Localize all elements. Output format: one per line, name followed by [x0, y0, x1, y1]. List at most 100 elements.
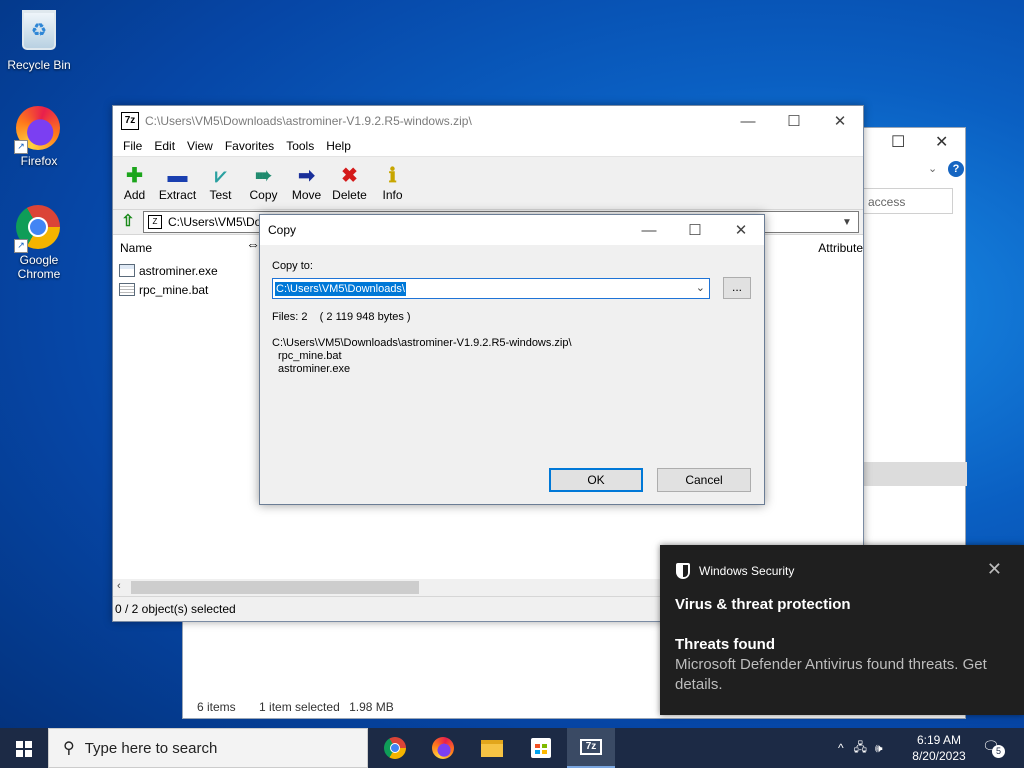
search-placeholder: Type here to search — [84, 739, 218, 757]
add-button[interactable]: ✚ Add — [113, 157, 156, 209]
desktop-icon-label: Recycle Bin — [7, 58, 71, 72]
delete-button[interactable]: ✖ Delete — [328, 157, 371, 209]
minus-icon: ▬ — [167, 165, 188, 187]
windows-logo-icon — [16, 741, 32, 757]
source-file: astrominer.exe — [278, 363, 351, 375]
store-icon — [531, 738, 551, 758]
test-button[interactable]: ⩗ Test — [199, 157, 242, 209]
extract-button[interactable]: ▬ Extract — [156, 157, 199, 209]
check-icon: ⩗ — [214, 165, 227, 187]
exe-file-icon — [119, 264, 135, 277]
info-label: Info — [382, 188, 403, 202]
chevron-down-icon[interactable]: ⌄ — [928, 162, 937, 175]
taskbar-store[interactable] — [517, 728, 565, 768]
desktop-icon-recycle-bin[interactable]: ♻ Recycle Bin — [0, 8, 79, 72]
toast-app-name: Windows Security — [699, 564, 795, 578]
dialog-title-bar[interactable]: Copy — ☐ ✕ — [260, 215, 764, 245]
menu-view[interactable]: View — [181, 139, 219, 153]
arrow-right-double-icon: ➠ — [255, 165, 272, 187]
7zip-app-icon: 7z — [121, 112, 139, 130]
close-button[interactable]: ✕ — [718, 215, 764, 245]
start-button[interactable] — [0, 728, 48, 768]
notification-center-button[interactable]: 🗨 5 — [982, 738, 1005, 758]
dialog-title: Copy — [268, 223, 297, 237]
taskbar-file-explorer[interactable] — [468, 728, 516, 768]
toolbar: ✚ Add ▬ Extract ⩗ Test ➠ Copy ➡ Move ✖ Delete … — [113, 156, 863, 210]
close-button[interactable]: ✕ — [817, 106, 863, 136]
ok-button[interactable]: OK — [549, 468, 643, 492]
maximize-button[interactable]: ☐ — [771, 106, 817, 136]
close-icon[interactable]: ✕ — [987, 559, 1002, 580]
desktop-icon-firefox[interactable]: ↗ Firefox — [0, 106, 79, 168]
file-name: astrominer.exe — [139, 263, 218, 278]
folder-icon — [481, 739, 503, 757]
copy-to-value[interactable]: C:\Users\VM5\Downloads\ — [274, 280, 407, 297]
menu-help[interactable]: Help — [320, 139, 357, 153]
scroll-thumb[interactable] — [131, 581, 419, 594]
shortcut-arrow-icon: ↗ — [14, 239, 28, 253]
menu-tools[interactable]: Tools — [280, 139, 320, 153]
maximize-button[interactable]: ☐ — [891, 132, 905, 152]
move-label: Move — [291, 188, 322, 202]
resize-cursor-icon: ⇔ — [246, 236, 260, 252]
taskbar-firefox[interactable] — [419, 728, 467, 768]
item-count: 6 items — [197, 700, 236, 714]
help-icon[interactable]: ? — [948, 161, 964, 177]
minimize-button[interactable]: — — [725, 106, 771, 136]
zip-icon: Z — [148, 215, 162, 229]
windows-security-notification[interactable]: Windows Security ✕ Virus & threat protec… — [660, 545, 1024, 715]
taskbar-search[interactable]: ⚲ Type here to search — [48, 728, 368, 768]
toast-header: Windows Security — [676, 563, 794, 579]
search-icon: ⚲ — [63, 740, 75, 757]
bat-file-icon — [119, 283, 135, 296]
close-button[interactable]: ✕ — [935, 132, 948, 152]
info-button[interactable]: ℹ Info — [371, 157, 414, 209]
7zip-icon: 7z — [580, 739, 602, 755]
toast-subheading: Threats found — [675, 636, 775, 653]
plus-icon: ✚ — [126, 165, 143, 187]
chevron-up-icon[interactable]: ^ — [838, 741, 844, 755]
desktop-icon-label: Firefox — [20, 154, 58, 168]
copy-dialog[interactable]: Copy — ☐ ✕ Copy to: C:\Users\VM5\Downloa… — [259, 214, 765, 505]
firefox-icon — [432, 737, 454, 759]
file-name: rpc_mine.bat — [139, 282, 209, 297]
move-button[interactable]: ➡ Move — [285, 157, 328, 209]
source-path: C:\Users\VM5\Downloads\astrominer-V1.9.2… — [272, 337, 572, 349]
chevron-down-icon[interactable]: ▼ — [842, 217, 858, 228]
copy-label: Copy — [249, 188, 278, 202]
extract-label: Extract — [158, 188, 197, 202]
column-attributes[interactable]: Attribute — [818, 241, 863, 255]
copy-button[interactable]: ➠ Copy — [242, 157, 285, 209]
desktop-icon-google-chrome[interactable]: ↗ Google Chrome — [0, 205, 79, 281]
toast-heading: Virus & threat protection — [675, 596, 851, 613]
taskbar-chrome[interactable] — [371, 728, 419, 768]
chevron-down-icon[interactable]: ⌄ — [696, 281, 705, 294]
column-name[interactable]: Name — [113, 241, 152, 255]
folder-up-icon[interactable]: ⇧ — [117, 212, 139, 232]
volume-icon[interactable]: 🕪 — [875, 741, 883, 756]
x-icon: ✖ — [341, 165, 358, 187]
selected-row[interactable] — [863, 462, 967, 486]
delete-label: Delete — [332, 188, 367, 202]
system-tray: ^ 🖧 🕪 — [838, 728, 883, 768]
source-file: rpc_mine.bat — [278, 350, 342, 362]
minimize-button[interactable]: — — [626, 215, 672, 245]
copy-to-combobox[interactable]: C:\Users\VM5\Downloads\ ⌄ — [272, 278, 710, 299]
maximize-button[interactable]: ☐ — [672, 215, 718, 245]
network-icon[interactable]: 🖧 — [854, 738, 867, 759]
cancel-button[interactable]: Cancel — [657, 468, 751, 492]
files-summary: Files: 2 ( 2 119 948 bytes ) — [272, 311, 411, 323]
menu-file[interactable]: File — [117, 139, 148, 153]
clock-time: 6:19 AM — [916, 733, 962, 747]
scroll-left-icon[interactable]: ‹ — [117, 580, 121, 592]
taskbar-7zip[interactable]: 7z — [567, 728, 615, 768]
search-input[interactable]: access — [863, 188, 953, 214]
browse-button[interactable]: ... — [723, 277, 751, 299]
arrow-right-icon: ➡ — [298, 165, 315, 187]
title-bar[interactable]: 7z C:\Users\VM5\Downloads\astrominer-V1.… — [113, 106, 863, 136]
shortcut-arrow-icon: ↗ — [14, 140, 28, 154]
menu-edit[interactable]: Edit — [148, 139, 181, 153]
clock-date: 8/20/2023 — [912, 749, 966, 763]
clock[interactable]: 6:19 AM 8/20/2023 — [900, 732, 978, 764]
menu-favorites[interactable]: Favorites — [219, 139, 280, 153]
